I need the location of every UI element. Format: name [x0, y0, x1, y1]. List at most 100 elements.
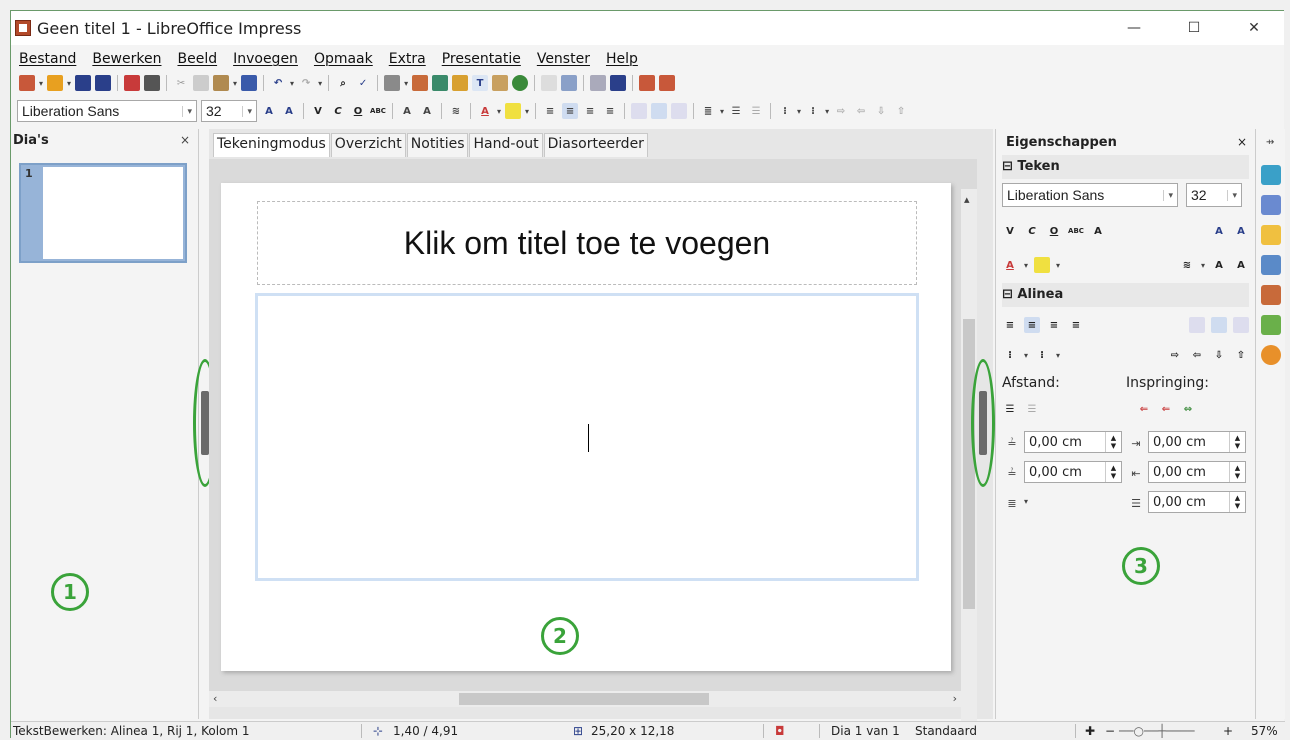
increase-indent-icon[interactable]: ⇐ — [1136, 401, 1152, 417]
chevron-down-icon[interactable]: ▾ — [1163, 189, 1173, 201]
below-spacing-field[interactable]: 0,00 cm ▲ ▼ — [1024, 461, 1122, 483]
print-icon[interactable] — [144, 75, 161, 91]
maximize-button[interactable]: ☐ — [1164, 11, 1224, 45]
cut-icon[interactable]: ✂ — [173, 75, 189, 91]
numbering-icon[interactable]: ⁝ — [1034, 347, 1050, 363]
font-size-combo[interactable]: 32 ▾ — [201, 100, 257, 122]
above-spacing-field[interactable]: 0,00 cm ▲ ▼ — [1024, 431, 1122, 453]
undo-dropdown-icon[interactable]: ▾ — [290, 79, 294, 88]
align-bottom-icon[interactable] — [671, 103, 688, 119]
menu-extra[interactable]: Extra — [381, 51, 434, 67]
shadow-icon[interactable]: A — [399, 103, 415, 119]
table-icon[interactable] — [384, 75, 401, 91]
spin-buttons[interactable]: ▲ ▼ — [1229, 492, 1245, 512]
menu-opmaak[interactable]: Opmaak — [306, 51, 381, 67]
font-color-icon[interactable]: A — [1002, 257, 1018, 273]
move-down-icon[interactable]: ⇩ — [1211, 347, 1227, 363]
font-color-icon[interactable]: A — [477, 103, 493, 119]
table-dropdown-icon[interactable]: ▾ — [404, 79, 408, 88]
image-icon[interactable] — [412, 75, 429, 91]
styles-deck-icon[interactable] — [1261, 285, 1281, 305]
bold-icon[interactable]: V — [1002, 223, 1018, 239]
dropdown-icon[interactable]: ▾ — [1056, 261, 1060, 270]
numbering-icon[interactable]: ⁝ — [805, 103, 821, 119]
font-color-dropdown-icon[interactable]: ▾ — [497, 107, 501, 116]
content-text-box[interactable] — [255, 293, 919, 581]
strikethrough-icon[interactable]: ABC — [370, 103, 386, 119]
chart-icon[interactable] — [452, 75, 469, 91]
tab-notities[interactable]: Notities — [406, 133, 469, 157]
spin-buttons[interactable]: ▲ ▼ — [1105, 432, 1121, 452]
bullets-icon[interactable]: ⁝ — [777, 103, 793, 119]
save-icon[interactable] — [75, 75, 92, 91]
align-left-icon[interactable]: ≡ — [1002, 317, 1018, 333]
zoom-slider[interactable]: ──○──┼──── — [1119, 724, 1195, 738]
close-window-button[interactable]: ✕ — [1224, 11, 1284, 45]
menu-invoegen[interactable]: Invoegen — [225, 51, 306, 67]
spin-buttons[interactable]: ▲ ▼ — [1105, 462, 1121, 482]
copy-icon[interactable] — [193, 75, 210, 91]
open-dropdown-icon[interactable]: ▾ — [67, 79, 71, 88]
spin-buttons[interactable]: ▲ ▼ — [1229, 432, 1245, 452]
bold-icon[interactable]: V — [310, 103, 326, 119]
decrease-spacing-icon[interactable]: ☰ — [1024, 401, 1040, 417]
fit-slide-icon[interactable]: ✚ — [1085, 724, 1095, 738]
clone-format-icon[interactable] — [241, 75, 258, 91]
justify-icon[interactable]: ≡ — [602, 103, 618, 119]
underline-icon[interactable]: O — [350, 103, 366, 119]
line-spacing-dropdown-icon[interactable]: ▾ — [1024, 497, 1028, 506]
chevron-down-icon[interactable]: ▾ — [182, 105, 192, 117]
align-top-icon[interactable] — [631, 103, 648, 119]
promote-icon[interactable]: ⇦ — [853, 103, 869, 119]
sidebar-menu-icon[interactable]: ⇸ — [1266, 137, 1274, 148]
align-top-icon[interactable] — [1189, 317, 1205, 333]
new-slide-icon[interactable] — [610, 75, 627, 91]
decrease-spacing-icon[interactable]: ☰ — [748, 103, 764, 119]
first-line-indent-field[interactable]: 0,00 cm ▲ ▼ — [1148, 491, 1246, 513]
title-placeholder[interactable]: Klik om titel toe te voegen — [257, 201, 917, 285]
dropdown-icon[interactable]: ▾ — [1056, 351, 1060, 360]
numbering-dropdown-icon[interactable]: ▾ — [825, 107, 829, 116]
grow-font-icon[interactable]: A — [261, 103, 277, 119]
menu-beeld[interactable]: Beeld — [169, 51, 225, 67]
shrink-font-icon[interactable]: A — [281, 103, 297, 119]
tab-tekeningmodus[interactable]: Tekeningmodus — [213, 133, 330, 157]
start-first-slide-icon[interactable] — [639, 75, 656, 91]
shadow-icon[interactable]: A — [1090, 223, 1106, 239]
undo-icon[interactable]: ↶ — [270, 75, 286, 91]
zoom-level[interactable]: 57% — [1251, 724, 1278, 738]
helplines-icon[interactable] — [561, 75, 578, 91]
export-pdf-icon[interactable] — [124, 75, 141, 91]
chevron-down-icon[interactable]: ▾ — [1227, 189, 1237, 201]
promote-icon[interactable]: ⇦ — [1189, 347, 1205, 363]
move-down-icon[interactable]: ⇩ — [873, 103, 889, 119]
tab-overzicht[interactable]: Overzicht — [330, 133, 406, 157]
close-icon[interactable]: × — [1237, 135, 1247, 149]
justify-icon[interactable]: ≡ — [1068, 317, 1084, 333]
horizontal-scroll-thumb[interactable] — [459, 693, 709, 705]
chevron-down-icon[interactable]: ▾ — [242, 105, 252, 117]
outline-icon[interactable]: A — [419, 103, 435, 119]
highlight-color-icon[interactable] — [505, 103, 522, 119]
scroll-right-icon[interactable]: › — [953, 692, 957, 705]
menu-help[interactable]: Help — [598, 51, 646, 67]
before-indent-field[interactable]: 0,00 cm ▲ ▼ — [1148, 431, 1246, 453]
strikethrough-icon[interactable]: ABC — [1068, 223, 1084, 239]
subscript-icon[interactable]: A — [1233, 257, 1249, 273]
collapse-sidebar-handle[interactable] — [979, 391, 987, 455]
bullets-dropdown-icon[interactable]: ▾ — [797, 107, 801, 116]
scroll-up-icon[interactable]: ▴ — [964, 193, 970, 206]
line-spacing-icon[interactable]: ≣ — [1004, 495, 1020, 511]
after-indent-field[interactable]: 0,00 cm ▲ ▼ — [1148, 461, 1246, 483]
increase-spacing-icon[interactable]: ☰ — [728, 103, 744, 119]
slide-layout-icon[interactable] — [590, 75, 607, 91]
minimize-button[interactable]: — — [1104, 11, 1164, 45]
increase-spacing-icon[interactable]: ☰ — [1002, 401, 1018, 417]
spelling-icon[interactable]: ✓ — [355, 75, 371, 91]
dropdown-icon[interactable]: ▾ — [1024, 351, 1028, 360]
highlight-color-icon[interactable] — [1034, 257, 1051, 273]
highlight-dropdown-icon[interactable]: ▾ — [525, 107, 529, 116]
zoom-in-icon[interactable]: + — [1223, 724, 1233, 738]
new-dropdown-icon[interactable]: ▾ — [39, 79, 43, 88]
textbox-icon[interactable]: T — [472, 75, 489, 91]
